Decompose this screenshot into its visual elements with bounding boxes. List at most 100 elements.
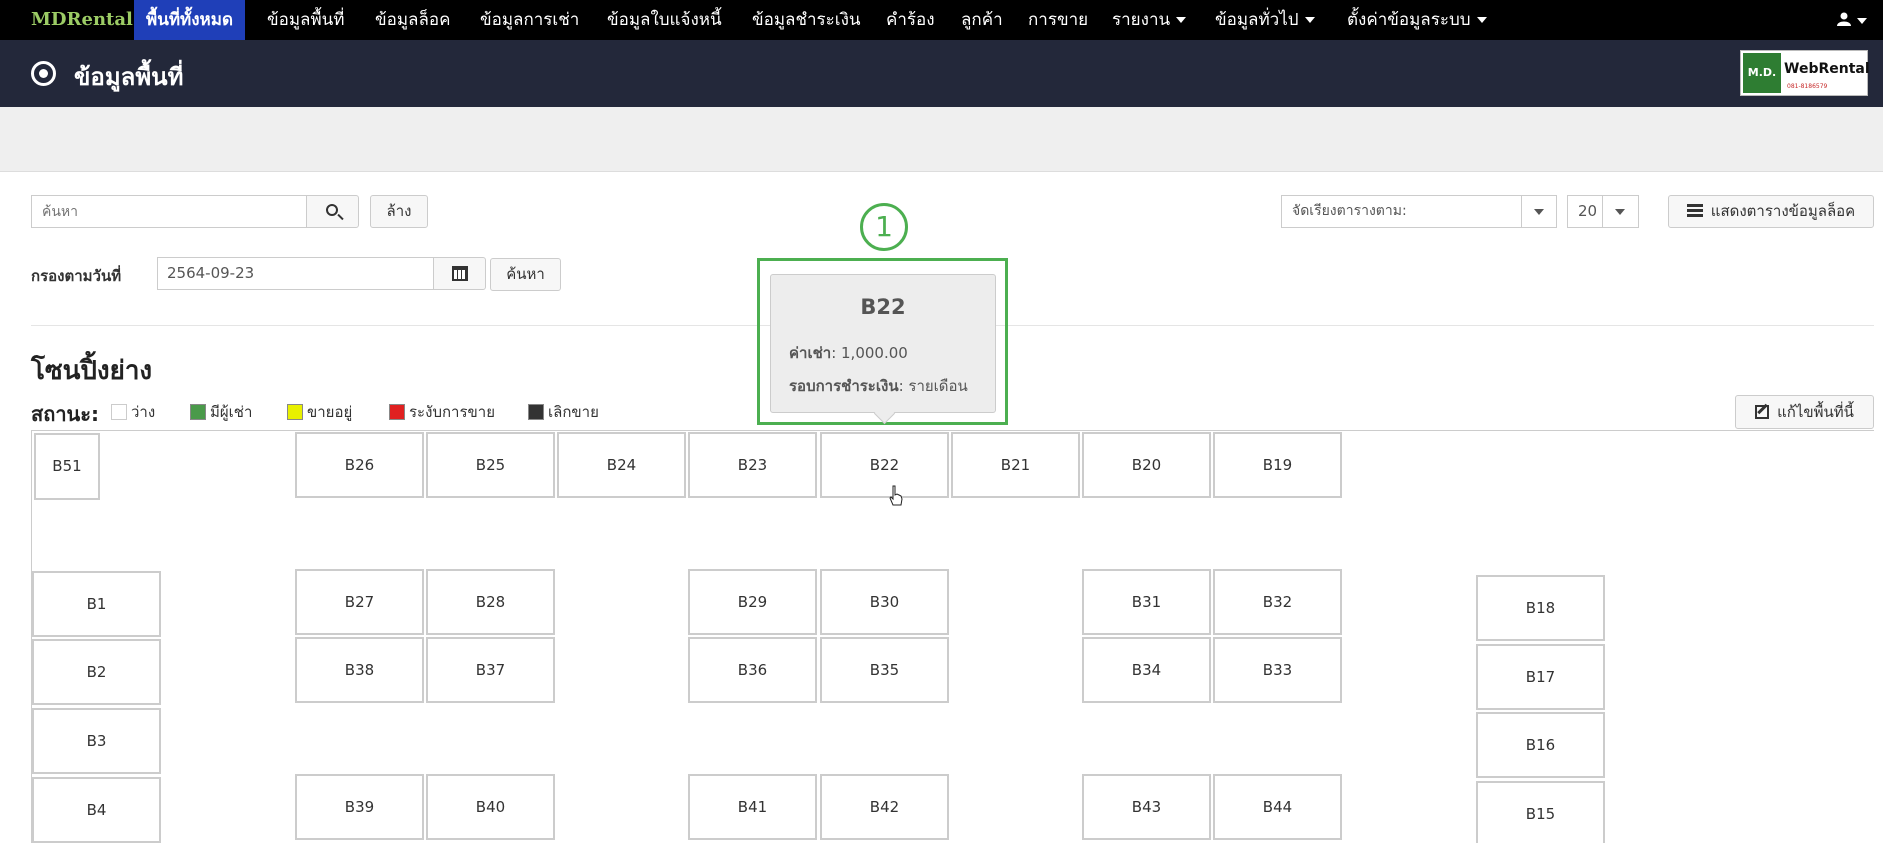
slot-B39[interactable]: B39 [295,774,424,840]
user-icon [1837,12,1851,26]
slot-B26[interactable]: B26 [295,432,424,498]
legend-label: ขายอยู่ [307,403,353,421]
date-filter-label: กรองตามวันที่ [31,267,122,285]
slot-B35[interactable]: B35 [820,637,949,703]
area-map: B51 B26 B25 B24 B23 B22 B21 B20 B19 B1 B… [31,430,1874,843]
slot-B25[interactable]: B25 [426,432,555,498]
slot-B31[interactable]: B31 [1082,569,1211,635]
slot-B43[interactable]: B43 [1082,774,1211,840]
nav-rental-info[interactable]: ข้อมูลการเช่า [468,0,591,40]
nav-general-info[interactable]: ข้อมูลทั่วไป [1203,0,1327,40]
slot-B15[interactable]: B15 [1476,781,1605,843]
slot-B41[interactable]: B41 [688,774,817,840]
slot-B40[interactable]: B40 [426,774,555,840]
show-lock-table-button[interactable]: แสดงตารางข้อมูลล็อค [1668,195,1874,228]
page-title: ข้อมูลพื้นที่ [74,63,184,91]
legend-discontinued: เลิกขาย [528,400,599,424]
slot-B32[interactable]: B32 [1213,569,1342,635]
slot-B28[interactable]: B28 [426,569,555,635]
page-size-select[interactable]: 20 [1567,195,1639,228]
search-input[interactable] [31,195,307,228]
slot-B29[interactable]: B29 [688,569,817,635]
calendar-button[interactable] [433,257,486,290]
legend-swatch [389,404,405,420]
legend-suspended: ระงับการขาย [389,400,495,424]
chevron-down-icon [1857,17,1867,24]
slot-B20[interactable]: B20 [1082,432,1211,498]
slot-B16[interactable]: B16 [1476,712,1605,778]
nav-customers[interactable]: ลูกค้า [949,0,1015,40]
slot-B24[interactable]: B24 [557,432,686,498]
slot-B21[interactable]: B21 [951,432,1080,498]
legend-rented: มีผู้เช่า [190,400,252,424]
legend-swatch [190,404,206,420]
nav-general-info-label: ข้อมูลทั่วไป [1215,10,1299,30]
slot-B38[interactable]: B38 [295,637,424,703]
slot-B33[interactable]: B33 [1213,637,1342,703]
search-button[interactable] [306,195,359,228]
clear-button[interactable]: ล้าง [370,195,428,228]
tooltip-rent: ค่าเช่า: 1,000.00 [789,341,908,365]
chevron-down-icon [1521,196,1556,227]
nav-system-settings-label: ตั้งค่าข้อมูลระบบ [1347,10,1471,30]
hand-cursor-icon [889,485,903,506]
chevron-down-icon [1476,17,1487,23]
slot-B27[interactable]: B27 [295,569,424,635]
nav-payment-info[interactable]: ข้อมูลชำระเงิน [740,0,873,40]
tooltip-title: B22 [860,295,906,319]
sort-select[interactable]: จัดเรียงตารางตาม: [1281,195,1557,228]
nav-invoice-info[interactable]: ข้อมูลใบแจ้งหนี้ [595,0,734,40]
date-search-button[interactable]: ค้นหา [490,258,561,291]
calendar-icon [452,266,468,281]
slot-B23[interactable]: B23 [688,432,817,498]
slot-B2[interactable]: B2 [32,639,161,705]
slot-B37[interactable]: B37 [426,637,555,703]
legend-selling: ขายอยู่ [287,400,352,424]
edit-icon [1755,405,1770,419]
slot-B42[interactable]: B42 [820,774,949,840]
legend-label: ว่าง [131,403,156,421]
slot-B19[interactable]: B19 [1213,432,1342,498]
slot-B18[interactable]: B18 [1476,575,1605,641]
nav-area-info[interactable]: ข้อมูลพื้นที่ [255,0,357,40]
target-icon [31,61,56,86]
webrental-logo: M.D. WebRental 081-8186579 [1740,50,1870,96]
slot-B30[interactable]: B30 [820,569,949,635]
slot-B44[interactable]: B44 [1213,774,1342,840]
slot-B22[interactable]: B22 [820,432,949,498]
page-size-value: 20 [1578,202,1598,220]
logo-md-text: M.D. [1743,53,1781,93]
nav-requests[interactable]: คำร้อง [874,0,947,40]
tooltip-cycle-label: รอบการชำระเงิน [789,377,899,395]
logo-web-text: WebRental [1784,61,1870,77]
user-menu[interactable] [1837,0,1867,40]
chevron-down-icon [1304,17,1315,23]
slot-B34[interactable]: B34 [1082,637,1211,703]
edit-area-button[interactable]: แก้ไขพื้นที่นี้ [1735,395,1874,429]
slot-B36[interactable]: B36 [688,637,817,703]
slot-B51[interactable]: B51 [34,433,100,500]
nav-reports[interactable]: รายงาน [1100,0,1198,40]
tooltip-rent-value: : 1,000.00 [831,344,908,362]
nav-lock-info[interactable]: ข้อมูลล็อค [363,0,462,40]
date-filter-input[interactable]: 2564-09-23 [157,257,434,290]
slot-B4[interactable]: B4 [32,777,161,843]
sort-select-label: จัดเรียงตารางตาม: [1292,203,1407,219]
nav-sales[interactable]: การขาย [1016,0,1100,40]
nav-all-areas[interactable]: พื้นที่ทั้งหมด [134,0,245,40]
annotation-number: 1 [860,203,908,251]
slot-B1[interactable]: B1 [32,571,161,637]
slot-B3[interactable]: B3 [32,708,161,774]
legend-vacant: ว่าง [111,400,155,424]
search-icon [326,204,338,216]
legend-label: มีผู้เช่า [210,403,253,421]
logo-phone-text: 081-8186579 [1787,83,1828,90]
slot-B17[interactable]: B17 [1476,644,1605,710]
legend-swatch [111,404,127,420]
legend-swatch [287,404,303,420]
legend-label: เลิกขาย [548,403,599,421]
brand-logo[interactable]: MDRental [31,0,133,40]
nav-system-settings[interactable]: ตั้งค่าข้อมูลระบบ [1335,0,1499,40]
list-icon [1686,204,1703,218]
status-label: สถานะ: [31,402,99,426]
